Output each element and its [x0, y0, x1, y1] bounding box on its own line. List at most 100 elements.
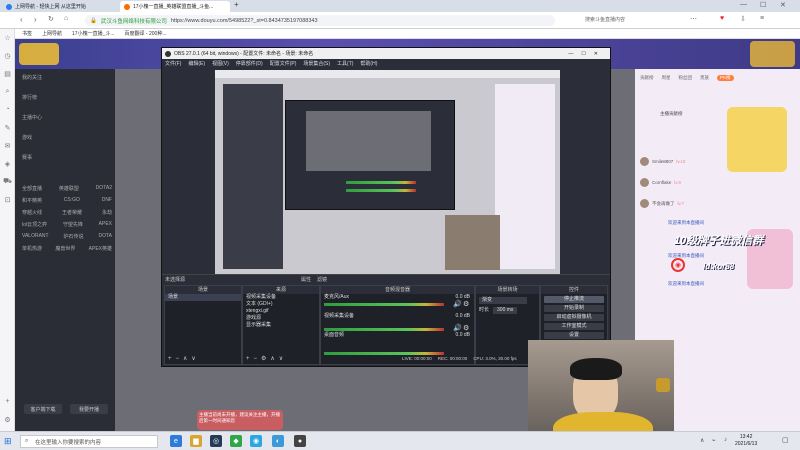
speaker-icon[interactable]: 🔊	[453, 324, 462, 332]
category-link[interactable]: APEX	[99, 221, 112, 233]
category-link[interactable]: 和平精英	[22, 197, 42, 209]
scene-item[interactable]: 场景	[165, 294, 241, 301]
chat-rank-row[interactable]: Cornflake lv.9	[640, 178, 681, 187]
properties-button[interactable]: 属性	[301, 276, 311, 283]
minimize-icon[interactable]: —	[740, 1, 747, 8]
search-icon[interactable]: ⌕	[3, 87, 12, 96]
history-icon[interactable]: ◷	[3, 51, 12, 60]
taskbar-clock[interactable]: 13:42 2021/6/13	[735, 434, 757, 448]
wechat-icon[interactable]: ◉	[250, 435, 262, 447]
maximize-icon[interactable]: ☐	[760, 1, 766, 9]
new-tab-button[interactable]: +	[234, 0, 239, 9]
chat-rank-row[interactable]: 不会再做了 lv.7	[640, 199, 684, 208]
source-item[interactable]: 游戏源	[243, 315, 319, 322]
category-link[interactable]: lol云顶之弈	[22, 221, 47, 233]
speaker-icon[interactable]: 🔊	[453, 300, 462, 308]
notes-icon[interactable]: ✎	[3, 123, 12, 132]
filters-button[interactable]: 滤镜	[317, 276, 327, 283]
chat-action[interactable]: 贡献榜	[640, 75, 654, 81]
obs-menu-item[interactable]: 帮助(H)	[360, 60, 377, 67]
category-link[interactable]: 单机热游	[22, 245, 42, 257]
windows-start-icon[interactable]: ⊞	[4, 436, 12, 447]
add-icon[interactable]: +	[3, 397, 12, 406]
transition-select[interactable]: 渐变	[479, 297, 527, 304]
chat-icon[interactable]: ✉	[3, 141, 12, 150]
gear-icon[interactable]: ⚙	[463, 300, 469, 308]
category-link[interactable]: 全部直播	[22, 185, 42, 197]
browser-icon[interactable]: ◐	[272, 435, 284, 447]
cart-icon[interactable]: ⛟	[3, 177, 12, 186]
clock-icon[interactable]: ◔	[3, 105, 12, 114]
notice-toast[interactable]: 主播当前尚未开播，建议关注主播，开播后第一时间通知您	[197, 410, 283, 430]
pk-rank-button[interactable]: PK榜	[717, 75, 734, 81]
category-link[interactable]: 王者荣耀	[62, 209, 82, 221]
sidebar-item-events[interactable]: 赛事	[22, 154, 32, 161]
refresh-icon[interactable]: ↻	[48, 15, 54, 23]
category-link[interactable]: CS:GO	[64, 197, 80, 209]
extensions-icon[interactable]: ⋯	[690, 15, 697, 23]
steam-icon[interactable]: ◎	[210, 435, 222, 447]
chat-action[interactable]: 贵族	[700, 75, 709, 81]
forward-icon[interactable]: ›	[34, 15, 37, 24]
category-link[interactable]: 穿越火线	[22, 209, 42, 221]
start-recording-button[interactable]: 开始录制	[544, 305, 604, 312]
back-icon[interactable]: ‹	[20, 15, 23, 24]
source-item[interactable]: 文本 (GDI+)	[243, 301, 319, 308]
obs-window-controls[interactable]: —☐✕	[568, 51, 610, 57]
bookmark-item[interactable]: 上网导航	[42, 30, 62, 37]
category-link[interactable]: DOTA	[98, 233, 112, 245]
obs-preview-canvas[interactable]	[215, 70, 560, 275]
reading-icon[interactable]: ▤	[3, 69, 12, 78]
category-link[interactable]: DOTA2	[96, 185, 112, 197]
network-icon[interactable]: ⌁	[712, 437, 716, 444]
explorer-icon[interactable]: ▆	[190, 435, 202, 447]
favorites-icon[interactable]: ☆	[3, 33, 12, 42]
obs-menu-item[interactable]: 场景集合(S)	[303, 60, 330, 67]
screenshot-icon[interactable]: ⊡	[3, 195, 12, 204]
sidebar-item-rank[interactable]: 排行榜	[22, 94, 37, 101]
gear-icon[interactable]: ⚙	[463, 324, 469, 332]
duration-input[interactable]: 300 ms	[493, 307, 518, 314]
studio-mode-button[interactable]: 工作室模式	[544, 323, 604, 330]
app-icon[interactable]: ◆	[230, 435, 242, 447]
obs-menu-item[interactable]: 文件(F)	[165, 60, 181, 67]
category-link[interactable]: 守望先锋	[63, 221, 83, 233]
download-icon[interactable]: ⇩	[740, 15, 746, 23]
collection-icon[interactable]: ♥	[720, 15, 724, 22]
volume-icon[interactable]: ♪	[724, 437, 727, 443]
source-controls[interactable]: +−⚙∧∨	[246, 355, 287, 362]
source-item[interactable]: xtengxi.gif	[243, 308, 319, 315]
browser-tab-navigation[interactable]: 上网导航 - 轻快上网 从这里开始	[2, 1, 97, 12]
taskbar-search-input[interactable]: ⌕ 在这里输入你要搜索的内容	[20, 435, 158, 448]
obs-menu-item[interactable]: 视图(V)	[212, 60, 229, 67]
source-item[interactable]: 视频采集设备	[243, 294, 319, 301]
source-item[interactable]: 显示器采集	[243, 322, 319, 329]
obs-menu-item[interactable]: 编辑(E)	[188, 60, 205, 67]
category-link[interactable]: 炉石传说	[64, 233, 84, 245]
sidebar-item-anchor-center[interactable]: 主播中心	[22, 114, 42, 121]
stop-stream-button[interactable]: 停止推流	[544, 296, 604, 303]
category-link[interactable]: 英雄联盟	[59, 185, 79, 197]
menu-icon[interactable]: ≡	[760, 15, 764, 22]
notification-icon[interactable]: ▢	[782, 436, 789, 444]
obs-menu-item[interactable]: 工具(T)	[337, 60, 353, 67]
game-icon[interactable]: ◈	[3, 159, 12, 168]
browser-tab-douyu[interactable]: 17小槐一直播_英雄联盟直播_斗鱼...	[120, 1, 230, 12]
client-download-button[interactable]: 客户端下载	[24, 404, 62, 414]
sidebar-item-games[interactable]: 游戏	[22, 134, 32, 141]
chat-action[interactable]: 粉丝团	[679, 75, 693, 81]
category-link[interactable]: DNF	[102, 197, 112, 209]
address-hint[interactable]: 搜索斗鱼直播内容	[585, 16, 625, 23]
bookmark-item[interactable]: 17小槐一直播_斗...	[72, 30, 115, 37]
category-link[interactable]: VALORANT	[22, 233, 49, 245]
settings-button[interactable]: 设置	[544, 332, 604, 339]
settings-icon[interactable]: ⚙	[3, 415, 12, 424]
chat-rank-row[interactable]: Smile8807 lv.10	[640, 157, 685, 166]
start-broadcast-button[interactable]: 我要开播	[70, 404, 108, 414]
home-icon[interactable]: ⌂	[64, 15, 68, 22]
chat-action[interactable]: 周星	[662, 75, 671, 81]
edge-icon[interactable]: e	[170, 435, 182, 447]
tray-arrow-icon[interactable]: ∧	[700, 437, 704, 444]
close-icon[interactable]: ✕	[780, 1, 786, 9]
category-link[interactable]: 永劫	[102, 209, 112, 221]
